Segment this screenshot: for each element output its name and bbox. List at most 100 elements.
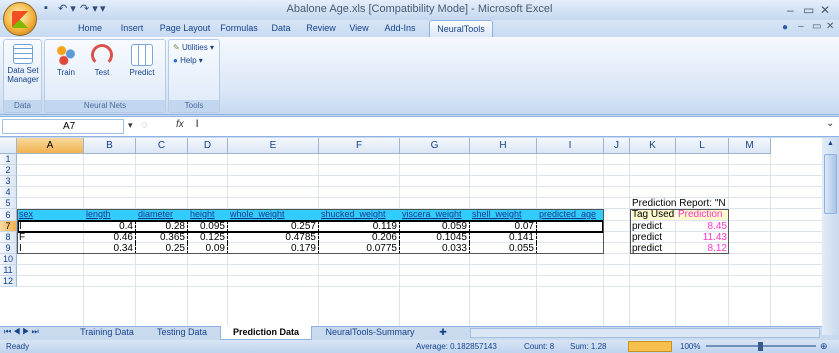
table-cell[interactable]: F [19, 232, 84, 243]
table-cell[interactable]: 0.033 [400, 243, 470, 254]
scroll-up-icon[interactable]: ▲ [824, 140, 837, 152]
column-header[interactable]: M [729, 138, 771, 154]
table-cell[interactable]: 0.055 [470, 243, 537, 254]
column-header[interactable]: I [537, 138, 604, 154]
tab-view[interactable]: View [344, 20, 374, 37]
column-header[interactable]: G [400, 138, 470, 154]
row-header[interactable]: 4 [0, 187, 17, 198]
table-cell[interactable]: 0.206 [319, 232, 400, 243]
table-cell[interactable]: 0.095 [188, 221, 228, 232]
minimize-button[interactable]: – [787, 3, 794, 17]
table-cell[interactable]: I [19, 243, 84, 254]
insert-function-icon[interactable]: fx [176, 119, 184, 130]
table-cell[interactable]: 0.179 [228, 243, 319, 254]
row-header[interactable]: 3 [0, 176, 17, 187]
report-prediction-cell[interactable]: 8.12 [676, 243, 729, 254]
table-header-cell[interactable]: sex [17, 209, 84, 220]
column-header[interactable]: F [319, 138, 400, 154]
workbook-minimize-button[interactable]: – [798, 21, 804, 32]
tab-review[interactable]: Review [302, 20, 340, 37]
tab-neuraltools[interactable]: NeuralTools [429, 20, 493, 37]
table-cell[interactable]: 0.25 [136, 243, 188, 254]
table-header-cell[interactable]: shell_weight [470, 209, 537, 220]
tab-insert[interactable]: Insert [113, 20, 151, 37]
column-header[interactable]: A [17, 138, 84, 154]
sheet-nav-icon[interactable]: ⏮◀▶⏭ [4, 327, 41, 337]
tab-home[interactable]: Home [70, 20, 110, 37]
horizontal-scrollbar[interactable] [470, 328, 820, 338]
row-header[interactable]: 2 [0, 165, 17, 176]
insert-sheet-icon[interactable]: ✚ [432, 326, 454, 340]
report-tag-cell[interactable]: predict [632, 232, 676, 243]
report-prediction-cell[interactable]: 8.45 [676, 221, 729, 232]
predict-button[interactable]: Predict [125, 44, 159, 77]
row-header[interactable]: 1 [0, 154, 17, 165]
zoom-slider-thumb[interactable] [758, 342, 763, 351]
column-header[interactable]: D [188, 138, 228, 154]
zoom-in-icon[interactable]: ⊕ [820, 340, 828, 353]
table-header-cell[interactable]: height [188, 209, 228, 220]
name-box[interactable]: A7 [2, 119, 124, 134]
report-prediction-cell[interactable]: 11.43 [676, 232, 729, 243]
formula-input[interactable]: l [196, 119, 198, 130]
row-header[interactable]: 6 [0, 209, 17, 221]
row-header[interactable]: 5 [0, 198, 17, 209]
row-header[interactable]: 11 [0, 265, 17, 276]
table-cell[interactable]: 0.257 [228, 221, 319, 232]
data-set-manager-button[interactable]: Data Set Manager [5, 44, 41, 84]
table-cell[interactable]: I [19, 221, 84, 232]
table-cell[interactable]: 0.125 [188, 232, 228, 243]
report-prediction-header[interactable]: Prediction [678, 209, 729, 220]
tab-data[interactable]: Data [266, 20, 296, 37]
vertical-scrollbar[interactable]: ▲ [822, 138, 839, 335]
tab-add-ins[interactable]: Add-Ins [380, 20, 420, 37]
row-header[interactable]: 9 [0, 243, 17, 254]
close-button[interactable]: ✕ [820, 3, 830, 17]
utilities-button[interactable]: ✎ Utilities ▾ [173, 43, 214, 52]
workbook-restore-button[interactable]: ▭ [812, 21, 821, 32]
row-header[interactable]: 7 [0, 221, 17, 232]
table-cell[interactable]: 0.1045 [400, 232, 470, 243]
table-cell[interactable]: 0.119 [319, 221, 400, 232]
help-icon[interactable]: ● [782, 22, 788, 33]
sheet-tab-neuraltools-summary[interactable]: NeuralTools-Summary [316, 326, 424, 340]
table-cell[interactable]: 0.07 [470, 221, 537, 232]
restore-button[interactable]: ▭ [803, 3, 814, 17]
tab-page-layout[interactable]: Page Layout [157, 20, 213, 37]
table-cell[interactable]: 0.34 [84, 243, 136, 254]
report-tag-header[interactable]: Tag Used [632, 209, 676, 220]
worksheet-grid[interactable]: ABCDEFGHIJKLM 1 2 3 4 5 6 7 8 9 10 11 12 sex length d… [0, 138, 822, 335]
train-button[interactable]: Train [51, 44, 81, 77]
table-cell[interactable]: 0.141 [470, 232, 537, 243]
workbook-close-button[interactable]: ✕ [826, 21, 834, 32]
table-header-cell[interactable]: shucked_weight [319, 209, 400, 220]
test-button[interactable]: Test [87, 44, 117, 77]
view-mode-buttons[interactable] [628, 341, 672, 352]
expand-formula-bar-icon[interactable]: ⌄ [826, 118, 834, 129]
table-cell[interactable]: 0.365 [136, 232, 188, 243]
table-cell[interactable]: 0.059 [400, 221, 470, 232]
column-header[interactable]: K [630, 138, 676, 154]
select-all-corner[interactable] [0, 138, 17, 154]
sheet-tab-training-data[interactable]: Training Data [70, 326, 144, 340]
table-header-cell[interactable]: length [84, 209, 136, 220]
prediction-report-title[interactable]: Prediction Report: "N [632, 198, 752, 209]
sheet-tab-prediction-data[interactable]: Prediction Data [220, 326, 312, 340]
column-header[interactable]: L [676, 138, 729, 154]
tab-formulas[interactable]: Formulas [217, 20, 261, 37]
column-header[interactable]: H [470, 138, 537, 154]
table-header-cell[interactable]: viscera_weight [400, 209, 470, 220]
row-header[interactable]: 10 [0, 254, 17, 265]
column-header[interactable]: C [136, 138, 188, 154]
sheet-tab-testing-data[interactable]: Testing Data [148, 326, 216, 340]
report-tag-cell[interactable]: predict [632, 221, 676, 232]
table-header-cell[interactable]: predicted_age [537, 209, 604, 220]
name-box-dropdown-icon[interactable]: ▾ [128, 120, 133, 131]
table-cell[interactable]: 0.09 [188, 243, 228, 254]
column-header[interactable]: B [84, 138, 136, 154]
table-cell[interactable]: 0.28 [136, 221, 188, 232]
formula-cancel-icon[interactable]: ◌ [141, 119, 148, 131]
zoom-level[interactable]: 100% [680, 340, 700, 353]
table-cell[interactable]: 0.46 [84, 232, 136, 243]
row-header[interactable]: 12 [0, 276, 17, 287]
